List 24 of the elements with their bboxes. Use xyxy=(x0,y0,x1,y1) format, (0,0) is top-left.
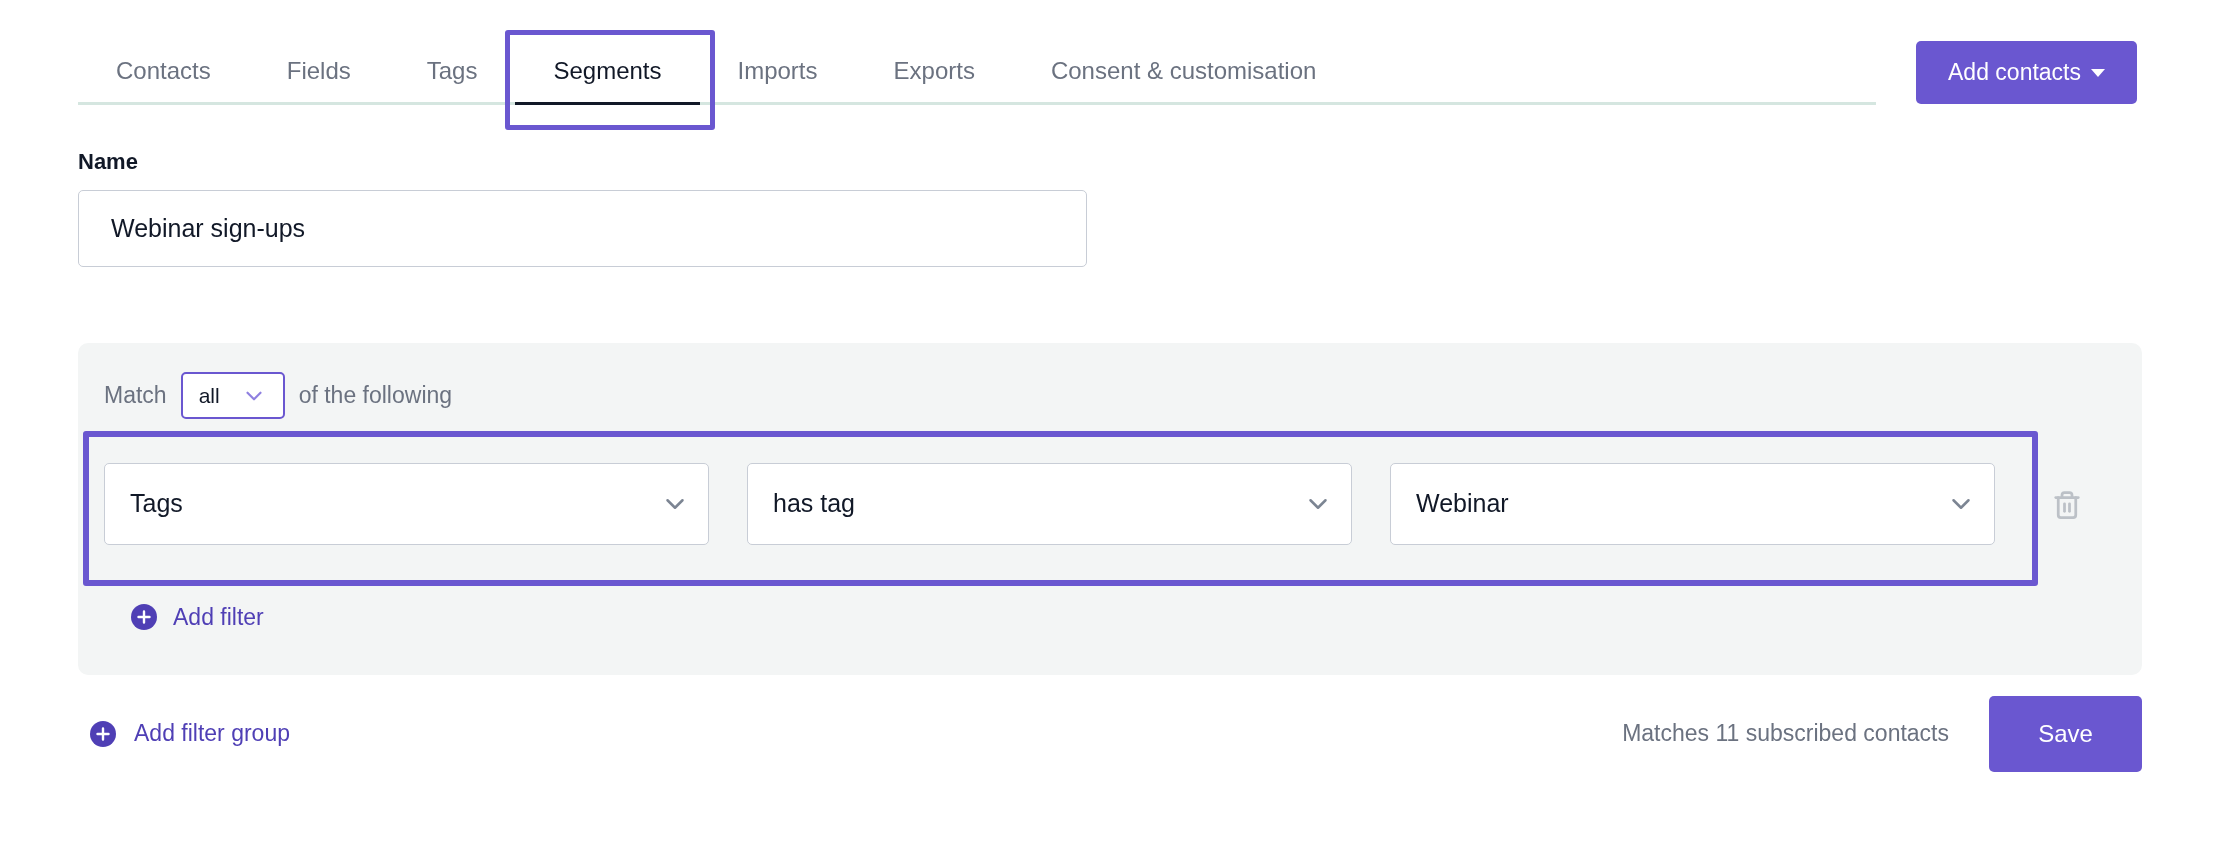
tab[interactable]: Contacts xyxy=(78,40,249,105)
tab[interactable]: Fields xyxy=(248,40,389,105)
name-field[interactable]: Webinar sign-ups xyxy=(78,190,1087,267)
tab[interactable]: Tags xyxy=(388,40,516,105)
filter-select[interactable]: has tag xyxy=(747,463,1352,545)
add-contacts-button[interactable]: Add contacts xyxy=(1916,41,2137,104)
trash-icon[interactable] xyxy=(2052,489,2082,520)
field-label: Name xyxy=(78,148,139,176)
caret-icon xyxy=(2091,68,2105,77)
plus-circle-icon xyxy=(90,720,116,747)
tab[interactable]: Exports xyxy=(855,40,1013,105)
match-select[interactable]: all xyxy=(180,372,285,419)
tab[interactable]: Imports xyxy=(699,40,856,105)
match-suffix: of the following xyxy=(298,381,453,411)
match-count: Matches 11 subscribed contacts xyxy=(1622,719,1949,749)
filter-select[interactable]: Webinar xyxy=(1390,463,1995,545)
tab[interactable]: Consent & customisation xyxy=(1012,40,1355,105)
filter-select[interactable]: Tags xyxy=(104,463,709,545)
add-filter-link[interactable]: Add filter xyxy=(131,600,264,635)
add-filter-group-link[interactable]: Add filter group xyxy=(90,716,290,751)
save-button[interactable]: Save xyxy=(1989,695,2142,772)
plus-circle-icon xyxy=(131,604,157,631)
tab[interactable]: Segments xyxy=(515,40,700,105)
match-label: Match xyxy=(104,381,167,411)
